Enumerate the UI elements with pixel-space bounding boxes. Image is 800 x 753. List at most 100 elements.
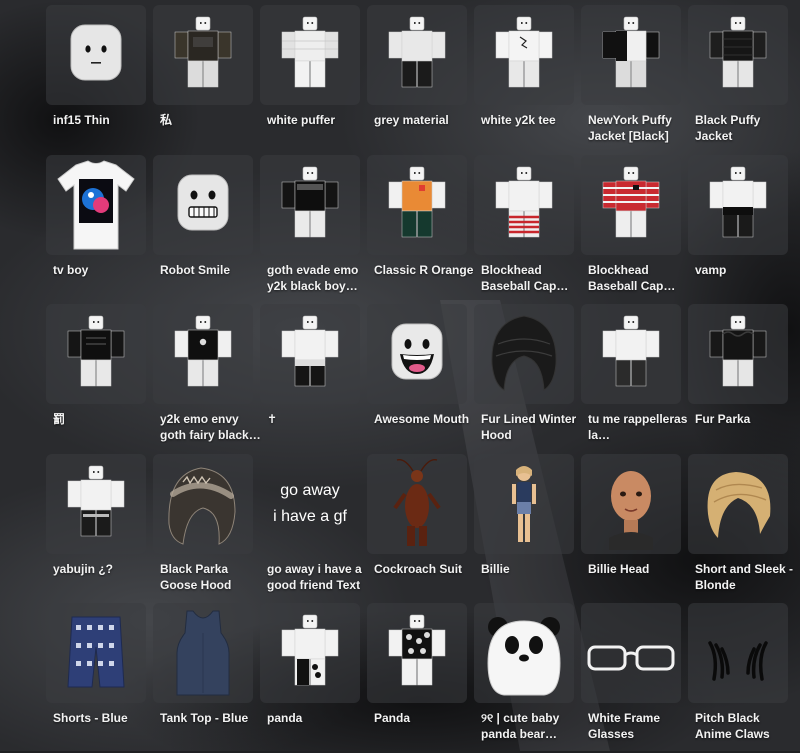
catalog-item[interactable]: Tank Top - Blue [153, 603, 253, 753]
item-name[interactable]: Fur Parka [695, 411, 799, 427]
catalog-item[interactable]: panda [260, 603, 360, 753]
item-thumbnail[interactable] [46, 453, 146, 554]
item-thumbnail[interactable] [581, 154, 681, 255]
item-thumbnail[interactable] [581, 603, 681, 703]
catalog-item[interactable]: grey material [367, 5, 467, 155]
item-thumbnail[interactable] [688, 453, 788, 554]
catalog-item[interactable]: ✝ [260, 304, 360, 454]
catalog-item[interactable]: Billie [474, 453, 574, 604]
item-thumbnail[interactable] [688, 304, 788, 404]
item-thumbnail[interactable] [474, 453, 574, 554]
item-thumbnail[interactable] [474, 304, 574, 404]
catalog-item[interactable]: Blockhead Baseball Cap… [474, 154, 574, 305]
catalog-item[interactable]: Billie Head [581, 453, 681, 604]
item-thumbnail[interactable]: go away i have a gf [260, 454, 360, 554]
item-thumbnail[interactable] [260, 5, 360, 105]
catalog-item[interactable]: Robot Smile [153, 154, 253, 305]
item-thumbnail[interactable] [581, 304, 681, 404]
catalog-item[interactable]: Cockroach Suit [367, 453, 467, 604]
item-name[interactable]: Billie [481, 561, 585, 577]
item-name[interactable]: panda [267, 710, 371, 726]
catalog-item[interactable]: Panda [367, 603, 467, 753]
item-name[interactable]: inf15 Thin [53, 112, 157, 128]
item-name[interactable]: Short and Sleek - Blonde [695, 561, 799, 593]
item-name[interactable]: y2k emo envy goth fairy black… [160, 411, 264, 443]
item-name[interactable]: white y2k tee [481, 112, 585, 128]
item-thumbnail[interactable] [153, 304, 253, 404]
item-name[interactable]: Classic R Orange [374, 262, 478, 278]
item-name[interactable]: grey material [374, 112, 478, 128]
item-name[interactable]: tv boy [53, 262, 157, 278]
catalog-item[interactable]: white y2k tee [474, 5, 574, 155]
catalog-item[interactable]: vamp [688, 154, 788, 305]
catalog-item[interactable]: Classic R Orange [367, 154, 473, 305]
item-name[interactable]: NewYork Puffy Jacket [Black] [588, 112, 692, 144]
catalog-item[interactable]: Black Puffy Jacket [688, 5, 788, 155]
item-name[interactable]: 私 [160, 112, 264, 128]
item-name[interactable]: 罰 [53, 411, 157, 427]
catalog-item[interactable]: ୨୧ | cute baby panda bear… [474, 603, 574, 753]
item-thumbnail[interactable] [367, 5, 467, 105]
item-thumbnail[interactable] [367, 154, 467, 255]
item-name[interactable]: Black Parka Goose Hood [160, 561, 264, 593]
catalog-item[interactable]: Awesome Mouth [367, 304, 469, 454]
item-thumbnail[interactable] [367, 304, 467, 404]
item-thumbnail[interactable] [688, 154, 788, 255]
catalog-item[interactable]: tv boy [46, 154, 146, 305]
item-name[interactable]: White Frame Glasses [588, 710, 692, 742]
item-thumbnail[interactable] [474, 154, 574, 255]
item-thumbnail[interactable] [260, 304, 360, 404]
catalog-item[interactable]: Fur Parka [688, 304, 788, 454]
item-name[interactable]: Robot Smile [160, 262, 264, 278]
item-name[interactable]: Blockhead Baseball Cap… [588, 262, 692, 294]
item-name[interactable]: white puffer [267, 112, 371, 128]
item-thumbnail[interactable] [688, 5, 788, 105]
item-thumbnail[interactable] [46, 5, 146, 105]
item-thumbnail[interactable] [688, 603, 788, 703]
item-name[interactable]: Shorts - Blue [53, 710, 157, 726]
item-thumbnail[interactable] [153, 154, 253, 255]
catalog-item[interactable]: Pitch Black Anime Claws [688, 603, 788, 753]
item-thumbnail[interactable] [474, 5, 574, 105]
catalog-item[interactable]: Blockhead Baseball Cap… [581, 154, 681, 305]
item-name[interactable]: Blockhead Baseball Cap… [481, 262, 585, 294]
catalog-item[interactable]: 私 [153, 5, 253, 155]
item-name[interactable]: yabujin ¿? [53, 561, 157, 577]
item-name[interactable]: Tank Top - Blue [160, 710, 264, 726]
item-thumbnail[interactable] [260, 154, 360, 255]
catalog-item[interactable]: Black Parka Goose Hood [153, 453, 253, 604]
item-name[interactable]: vamp [695, 262, 799, 278]
catalog-item[interactable]: Fur Lined Winter Hood [474, 304, 576, 454]
item-thumbnail[interactable] [153, 5, 253, 105]
catalog-item[interactable]: Shorts - Blue [46, 603, 146, 753]
catalog-item[interactable]: White Frame Glasses [581, 603, 681, 753]
item-name[interactable]: ✝ [267, 411, 371, 427]
catalog-item[interactable]: tu me rappelleras la… [581, 304, 687, 454]
item-name[interactable]: Black Puffy Jacket [695, 112, 799, 144]
catalog-item[interactable]: NewYork Puffy Jacket [Black] [581, 5, 681, 155]
catalog-item[interactable]: Short and Sleek - Blonde [688, 453, 793, 604]
item-name[interactable]: Fur Lined Winter Hood [481, 411, 585, 443]
item-name[interactable]: go away i have a good friend Text [267, 561, 371, 593]
item-thumbnail[interactable] [367, 603, 467, 703]
item-thumbnail[interactable] [153, 453, 253, 554]
item-name[interactable]: Cockroach Suit [374, 561, 478, 577]
item-thumbnail[interactable] [46, 154, 146, 255]
catalog-item[interactable]: yabujin ¿? [46, 453, 146, 604]
catalog-item[interactable]: y2k emo envy goth fairy black… [153, 304, 261, 454]
item-thumbnail[interactable] [474, 603, 574, 703]
item-name[interactable]: ୨୧ | cute baby panda bear… [481, 710, 585, 742]
item-thumbnail[interactable] [46, 304, 146, 404]
item-name[interactable]: goth evade emo y2k black boy… [267, 262, 371, 294]
catalog-item[interactable]: go away i have a gf go away i have a good … [260, 454, 362, 604]
catalog-item[interactable]: goth evade emo y2k black boy… [260, 154, 360, 305]
catalog-item[interactable]: inf15 Thin [46, 5, 146, 155]
item-name[interactable]: tu me rappelleras la… [588, 411, 692, 443]
catalog-item[interactable]: 罰 [46, 304, 146, 454]
item-thumbnail[interactable] [153, 603, 253, 703]
item-thumbnail[interactable] [581, 5, 681, 105]
item-name[interactable]: Pitch Black Anime Claws [695, 710, 799, 742]
catalog-item[interactable]: white puffer [260, 5, 360, 155]
item-thumbnail[interactable] [367, 453, 467, 554]
item-name[interactable]: Awesome Mouth [374, 411, 478, 427]
